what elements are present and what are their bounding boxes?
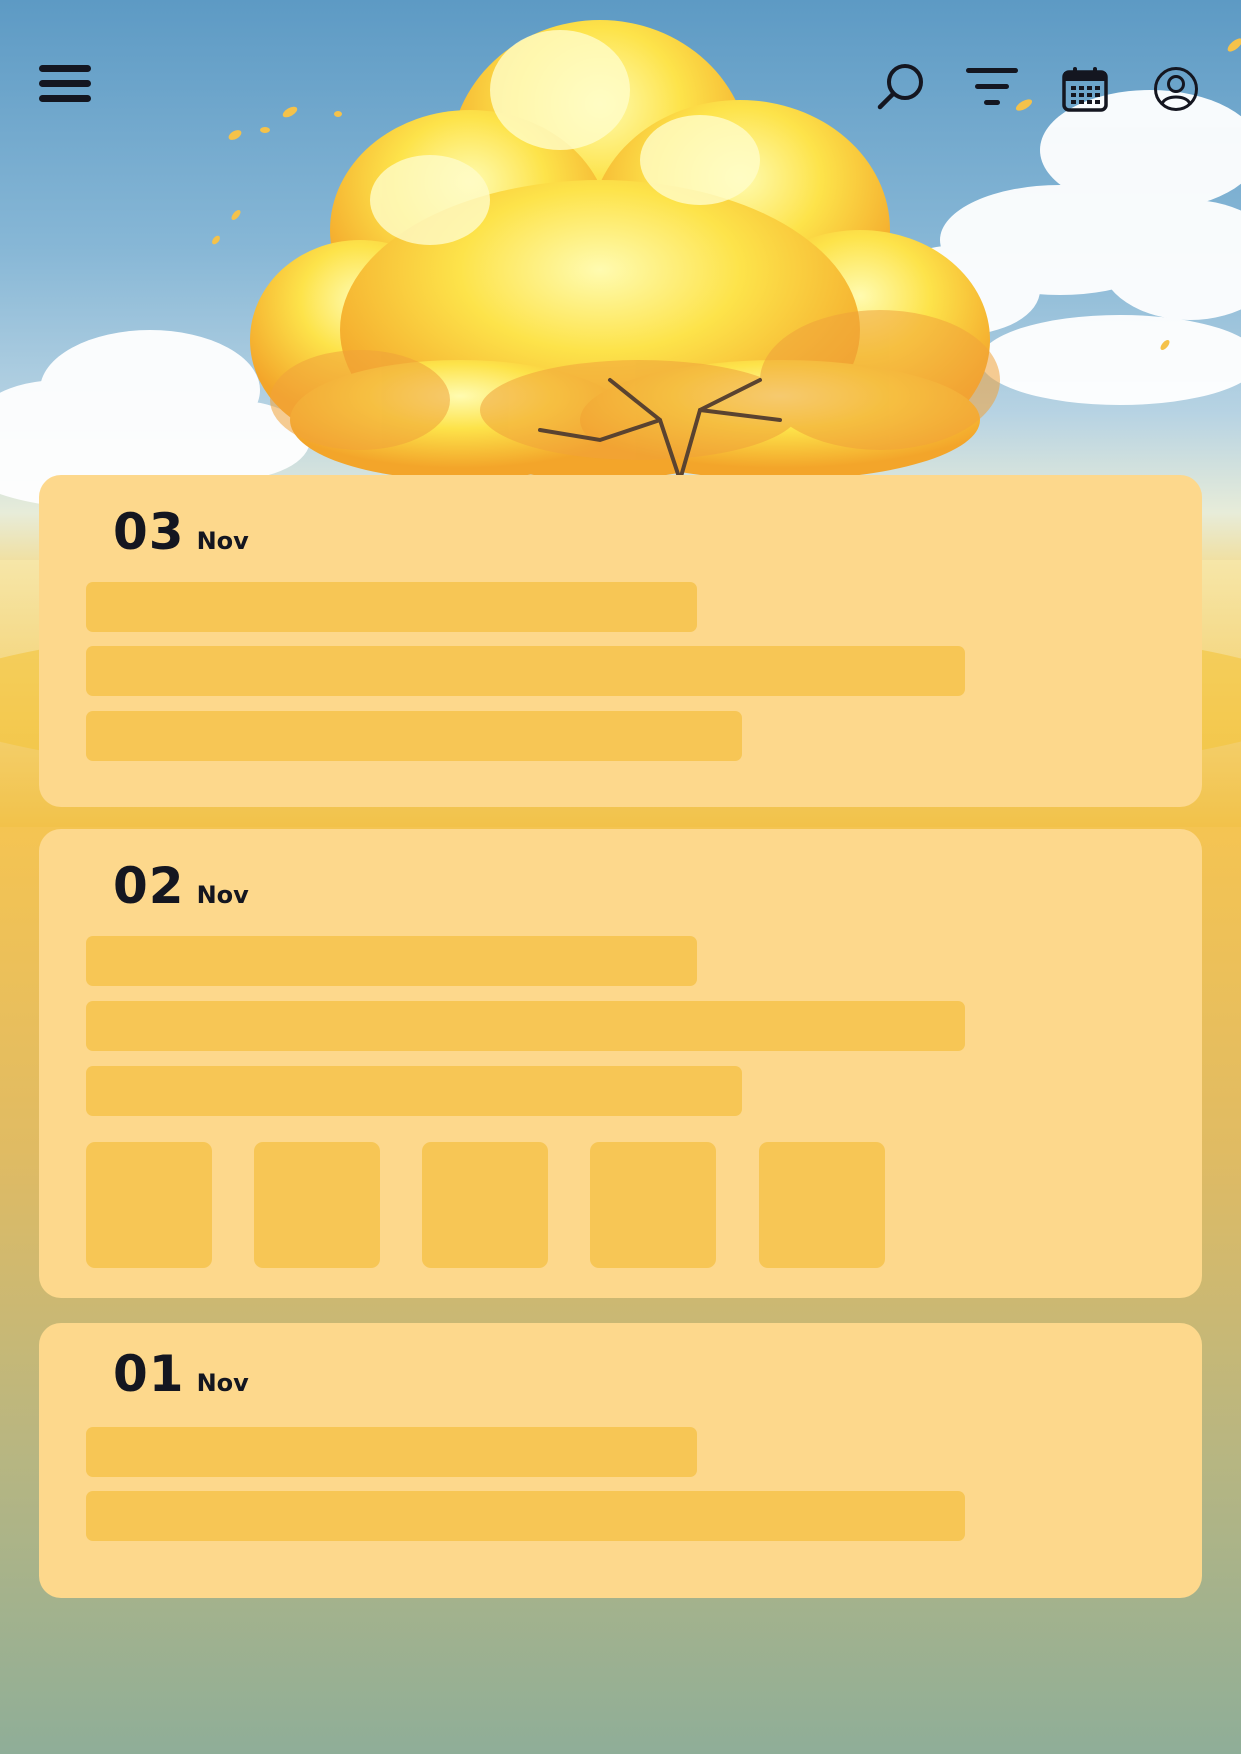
date-day: 03 (113, 503, 185, 561)
skeleton-thumbnail (254, 1142, 380, 1268)
day-card-03[interactable]: 03 Nov (39, 475, 1202, 807)
date-day: 01 (113, 1345, 185, 1403)
date-month: Nov (196, 527, 249, 555)
skeleton-line (86, 1066, 742, 1116)
skeleton-line (86, 936, 697, 986)
skeleton-thumbnail (86, 1142, 212, 1268)
filter-icon (966, 68, 1018, 105)
skeleton-thumbnail (759, 1142, 885, 1268)
skeleton-line (86, 711, 742, 761)
calendar-icon (1062, 67, 1108, 112)
calendar-button[interactable] (1060, 64, 1110, 114)
top-bar (0, 0, 1241, 180)
profile-button[interactable] (1151, 64, 1201, 114)
date-heading: 02 Nov (113, 861, 249, 911)
skeleton-thumbnail (422, 1142, 548, 1268)
user-icon (1154, 67, 1198, 111)
filter-button[interactable] (964, 66, 1020, 108)
skeleton-line (86, 1491, 965, 1541)
menu-icon (39, 65, 91, 102)
day-card-02[interactable]: 02 Nov (39, 829, 1202, 1298)
app-screen: 03 Nov 02 Nov 01 Nov (0, 0, 1241, 1754)
search-icon (877, 64, 923, 110)
skeleton-line (86, 582, 697, 632)
date-month: Nov (196, 1369, 249, 1397)
date-heading: 01 Nov (113, 1349, 249, 1399)
date-month: Nov (196, 881, 249, 909)
skeleton-line (86, 1427, 697, 1477)
menu-button[interactable] (36, 60, 94, 108)
day-card-01[interactable]: 01 Nov (39, 1323, 1202, 1598)
date-heading: 03 Nov (113, 507, 249, 557)
skeleton-line (86, 1001, 965, 1051)
skeleton-thumbnail (590, 1142, 716, 1268)
skeleton-line (86, 646, 965, 696)
search-button[interactable] (876, 62, 926, 112)
date-day: 02 (113, 857, 185, 915)
